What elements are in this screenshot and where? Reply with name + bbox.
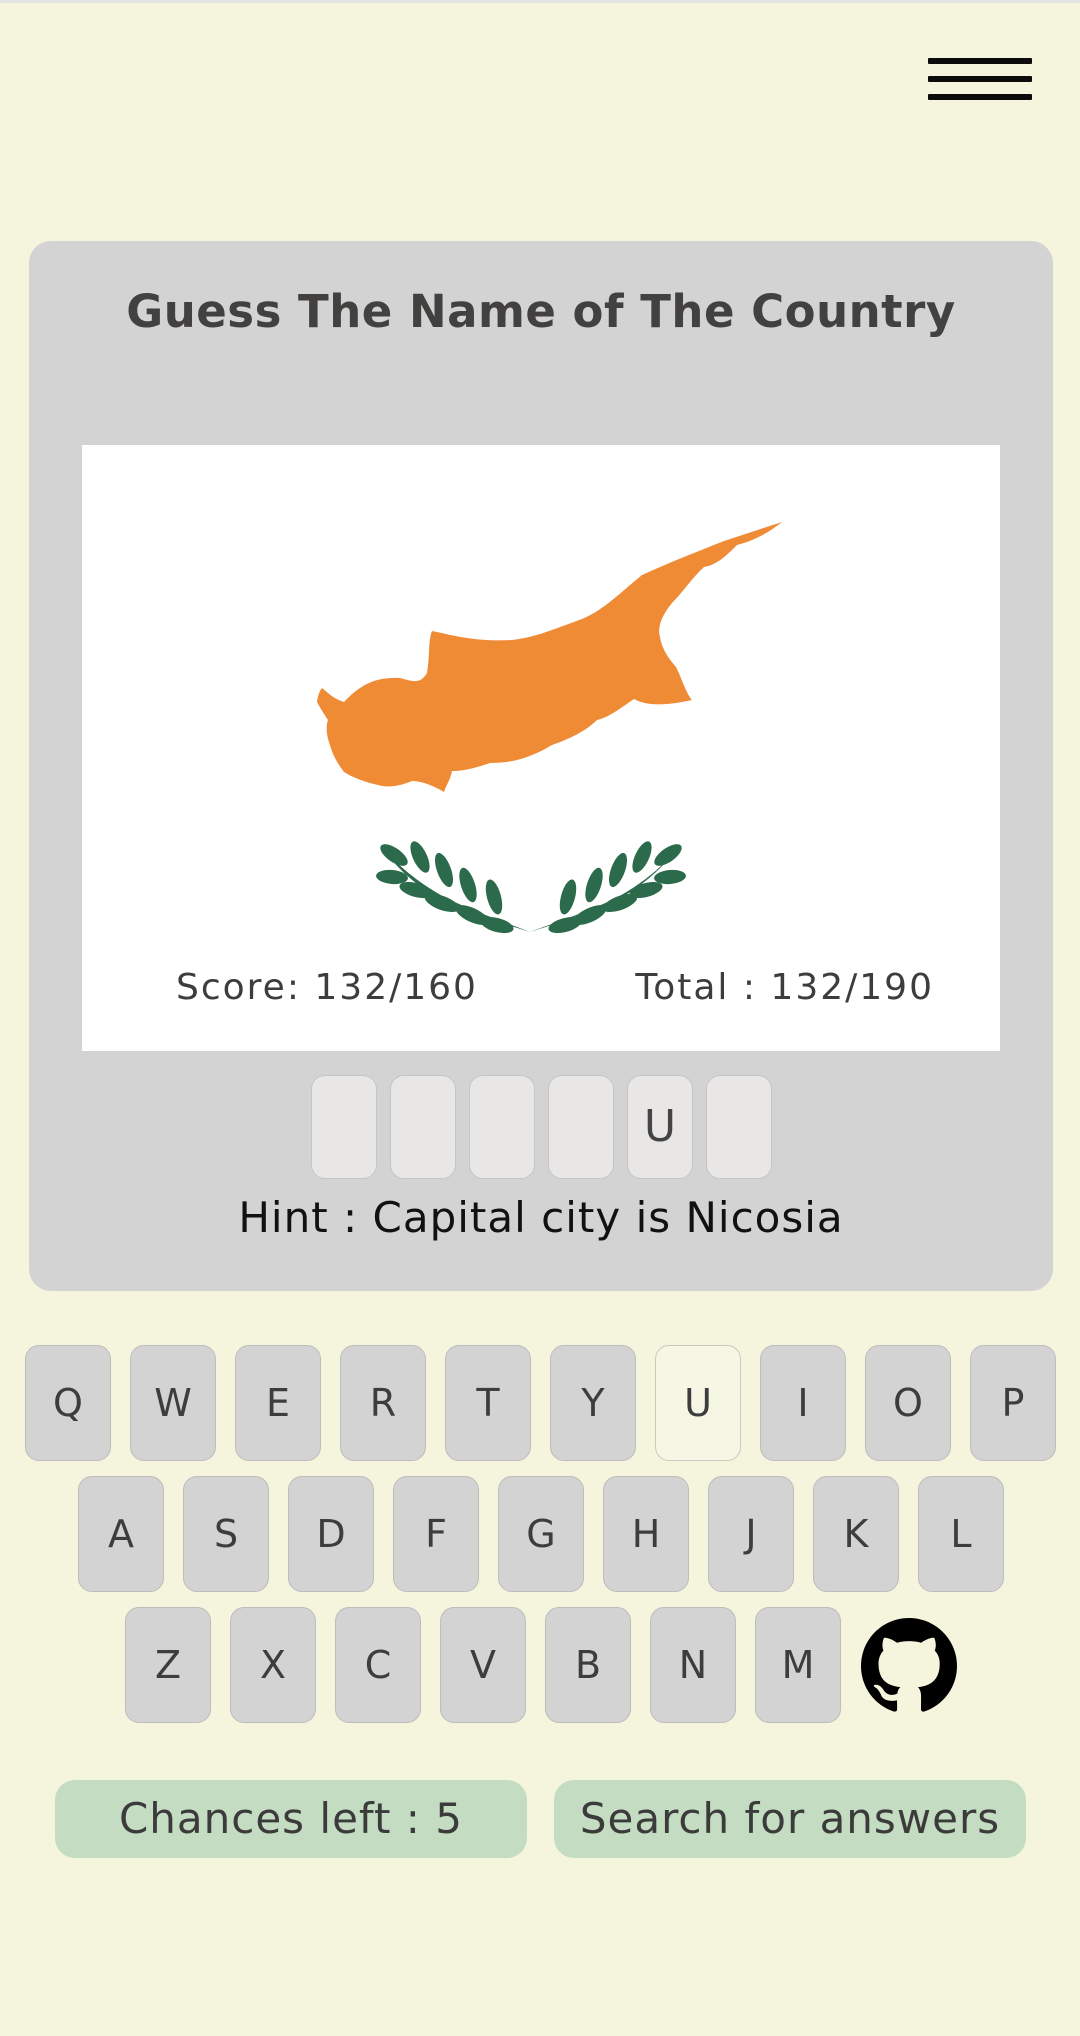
- page-title: Guess The Name of The Country: [126, 285, 956, 338]
- key-y[interactable]: Y: [550, 1345, 636, 1461]
- cyprus-flag-icon: [317, 522, 782, 934]
- key-g[interactable]: G: [498, 1476, 584, 1592]
- key-r[interactable]: R: [340, 1345, 426, 1461]
- key-m[interactable]: M: [755, 1607, 841, 1723]
- answer-slot: U: [627, 1075, 693, 1179]
- key-i[interactable]: I: [760, 1345, 846, 1461]
- key-x[interactable]: X: [230, 1607, 316, 1723]
- chances-left-badge: Chances left : 5: [55, 1780, 527, 1858]
- key-f[interactable]: F: [393, 1476, 479, 1592]
- answer-slot: [469, 1075, 535, 1179]
- key-p[interactable]: P: [970, 1345, 1056, 1461]
- key-o[interactable]: O: [865, 1345, 951, 1461]
- answer-slot: [390, 1075, 456, 1179]
- hint-text: Hint : Capital city is Nicosia: [238, 1193, 844, 1242]
- key-s[interactable]: S: [183, 1476, 269, 1592]
- key-v[interactable]: V: [440, 1607, 526, 1723]
- score-label: Score: 132/160: [176, 967, 478, 1008]
- key-u[interactable]: U: [655, 1345, 741, 1461]
- key-d[interactable]: D: [288, 1476, 374, 1592]
- key-l[interactable]: L: [918, 1476, 1004, 1592]
- game-card: Guess The Name of The Country Score: 132…: [29, 241, 1053, 1291]
- key-k[interactable]: K: [813, 1476, 899, 1592]
- key-j[interactable]: J: [708, 1476, 794, 1592]
- github-icon[interactable]: [861, 1618, 957, 1714]
- key-c[interactable]: C: [335, 1607, 421, 1723]
- country-flag: Score: 132/160 Total : 132/190: [82, 445, 1000, 1051]
- key-z[interactable]: Z: [125, 1607, 211, 1723]
- key-h[interactable]: H: [603, 1476, 689, 1592]
- answer-slot: [706, 1075, 772, 1179]
- key-t[interactable]: T: [445, 1345, 531, 1461]
- total-label: Total : 132/190: [635, 967, 934, 1008]
- key-e[interactable]: E: [235, 1345, 321, 1461]
- key-b[interactable]: B: [545, 1607, 631, 1723]
- key-a[interactable]: A: [78, 1476, 164, 1592]
- top-border: [0, 0, 1080, 3]
- hamburger-menu-icon[interactable]: [926, 56, 1034, 108]
- key-n[interactable]: N: [650, 1607, 736, 1723]
- answer-slot: [311, 1075, 377, 1179]
- key-w[interactable]: W: [130, 1345, 216, 1461]
- answer-slot: [548, 1075, 614, 1179]
- key-q[interactable]: Q: [25, 1345, 111, 1461]
- search-answers-button[interactable]: Search for answers: [554, 1780, 1026, 1858]
